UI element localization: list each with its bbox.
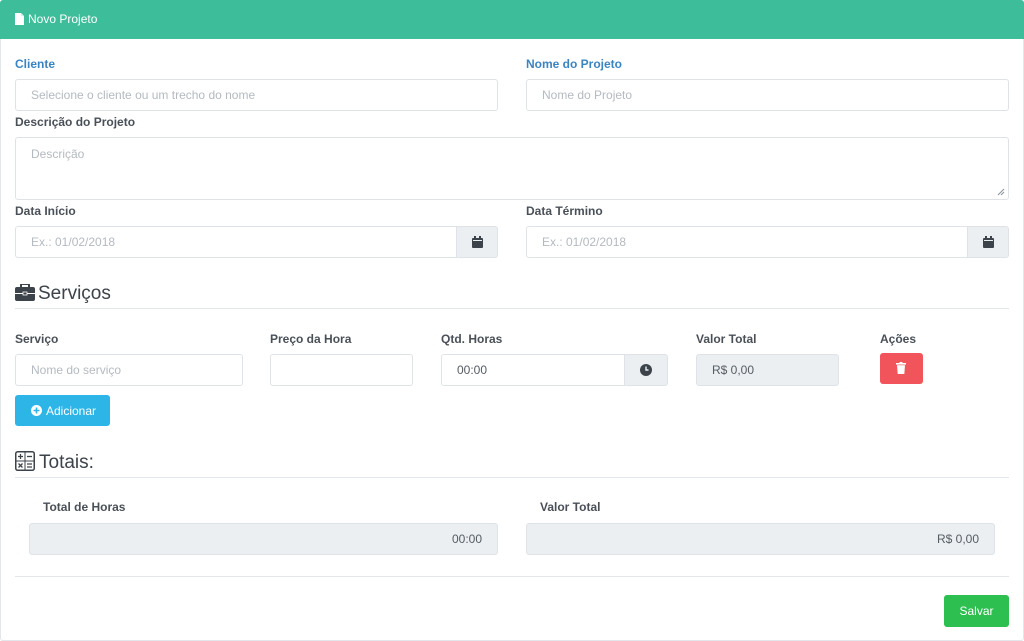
file-icon [15, 13, 24, 25]
project-name-input[interactable]: Nome do Projeto [526, 79, 1009, 111]
total-value-column-label: Valor Total [696, 332, 757, 346]
qty-hours-clock-button[interactable] [624, 354, 668, 386]
service-name-input[interactable]: Nome do serviço [15, 354, 243, 386]
qty-hours-input[interactable]: 00:00 [441, 354, 625, 386]
resize-handle-icon[interactable] [997, 188, 1005, 196]
briefcase-icon [15, 284, 35, 301]
add-service-label: Adicionar [46, 404, 97, 418]
project-name-label: Nome do Projeto [526, 57, 623, 71]
start-date-input[interactable]: Ex.: 01/02/2018 [15, 226, 457, 258]
save-button[interactable]: Salvar [944, 595, 1009, 627]
calculator-icon [15, 451, 35, 471]
end-date-input[interactable]: Ex.: 01/02/2018 [526, 226, 968, 258]
start-date-calendar-button[interactable] [456, 226, 498, 258]
client-label: Cliente [15, 57, 56, 71]
end-date-calendar-button[interactable] [967, 226, 1009, 258]
panel-title: Novo Projeto [28, 12, 98, 26]
clock-icon [640, 364, 652, 376]
hour-price-input[interactable] [270, 354, 413, 386]
description-label: Descrição do Projeto [15, 115, 136, 129]
trash-icon [896, 362, 906, 374]
row-total-value: R$ 0,00 [696, 354, 839, 386]
description-placeholder: Descrição [31, 147, 85, 161]
services-title: Serviços [38, 283, 111, 304]
actions-column-label: Ações [880, 332, 917, 346]
calendar-icon [983, 236, 994, 248]
calendar-icon [472, 236, 483, 248]
services-divider [15, 308, 1009, 309]
total-hours-label: Total de Horas [43, 500, 126, 514]
client-select[interactable]: Selecione o cliente ou um trecho do nome [15, 79, 498, 111]
footer-divider [15, 576, 1009, 577]
total-hours-value: 00:00 [29, 523, 498, 555]
total-value-label: Valor Total [540, 500, 601, 514]
service-column-label: Serviço [15, 332, 59, 346]
plus-circle-icon [31, 405, 42, 416]
panel-header: Novo Projeto [0, 0, 1024, 39]
hour-price-column-label: Preço da Hora [270, 332, 352, 346]
end-date-label: Data Término [526, 204, 603, 218]
delete-service-button[interactable] [880, 353, 923, 384]
grand-total-value: R$ 0,00 [526, 523, 995, 555]
totals-title: Totais: [39, 452, 94, 473]
description-textarea[interactable]: Descrição [15, 137, 1009, 200]
add-service-button[interactable]: Adicionar [15, 395, 110, 426]
totals-divider [15, 477, 1009, 478]
qty-hours-column-label: Qtd. Horas [441, 332, 503, 346]
start-date-label: Data Início [15, 204, 76, 218]
